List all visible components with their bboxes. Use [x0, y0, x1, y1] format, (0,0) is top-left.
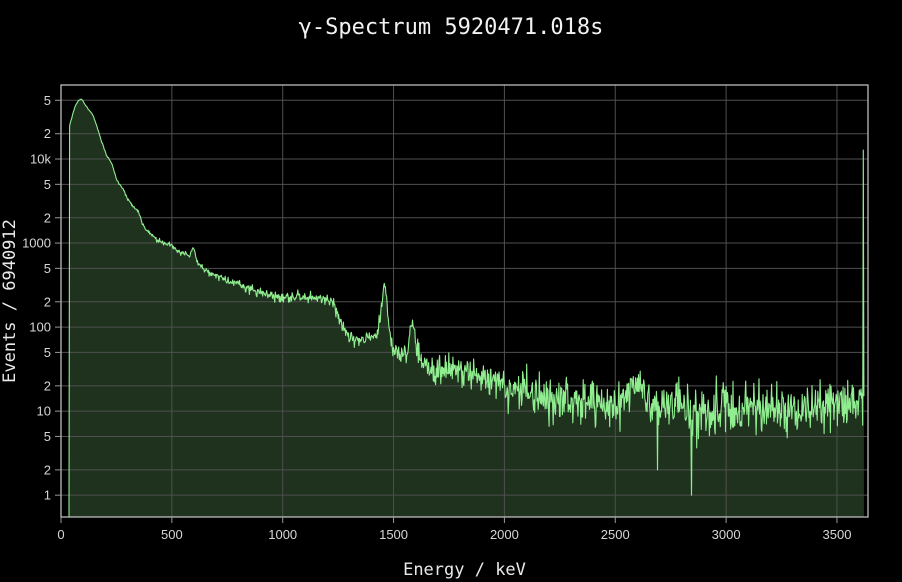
y-tick-label: 2 [44, 294, 51, 309]
spectrum-plot-area[interactable]: 0 500 1000 1500 2000 2500 3000 3500 1 2 5 10 2 5 100 2 5… [0, 0, 902, 582]
y-tick-label: 1 [44, 488, 51, 503]
x-tick-label: 0 [57, 527, 64, 542]
x-tick-label: 1000 [268, 527, 297, 542]
x-axis-title: Energy / keV [403, 560, 526, 580]
x-tick-label: 2500 [601, 527, 630, 542]
y-tick-label: 5 [44, 345, 51, 360]
y-tick-label: 100 [29, 320, 51, 335]
y-tick-label: 2 [44, 378, 51, 393]
y-tick-label: 10 [37, 404, 51, 419]
x-tick-label: 2000 [490, 527, 519, 542]
y-axis-title: Events / 6940912 [0, 219, 20, 383]
y-tick-label: 10k [30, 152, 51, 167]
x-tick-label: 1500 [379, 527, 408, 542]
y-tick-label: 1000 [22, 236, 51, 251]
y-tick-label: 5 [44, 177, 51, 192]
x-tick-label: 3500 [823, 527, 852, 542]
x-tick-label: 500 [161, 527, 183, 542]
y-tick-label: 5 [44, 261, 51, 276]
y-tick-label: 5 [44, 93, 51, 108]
y-tick-label: 2 [44, 126, 51, 141]
y-tick-label: 2 [44, 462, 51, 477]
y-tick-label: 2 [44, 210, 51, 225]
x-tick-label: 3000 [712, 527, 741, 542]
y-tick-label: 5 [44, 429, 51, 444]
